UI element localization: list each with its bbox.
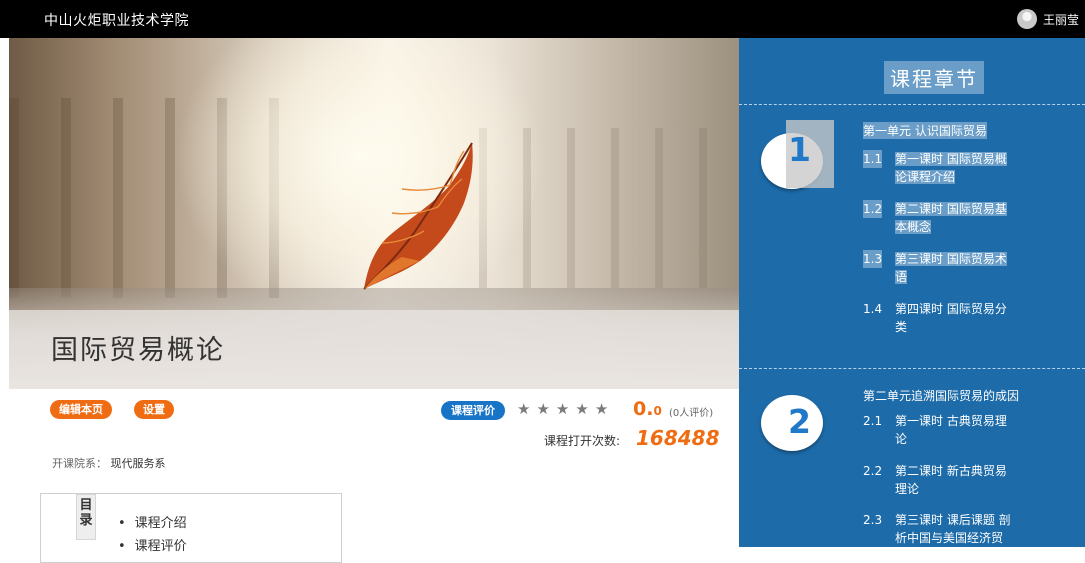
course-banner: 国际贸易概论: [9, 38, 739, 389]
rating-stars[interactable]: ★ ★ ★ ★ ★: [517, 401, 608, 418]
avatar[interactable]: [1016, 9, 1037, 29]
unit-title[interactable]: 第一单元 认识国际贸易: [863, 122, 987, 139]
leaf-image: [363, 142, 473, 290]
top-bar: 中山火炬职业技术学院 王丽莹: [0, 0, 1085, 38]
unit-title[interactable]: 第二单元追溯国际贸易的成因: [863, 387, 1019, 404]
divider: [739, 368, 1085, 369]
chapter-sidebar: 课程章节 1 第一单元 认识国际贸易 1.1 第一课时 国际贸易概 论课程介绍 1…: [739, 38, 1085, 547]
course-evaluation-button[interactable]: 课程评价: [441, 401, 505, 420]
department: 开课院系： 现代服务系: [52, 455, 166, 471]
course-title: 国际贸易概论: [51, 335, 225, 366]
rating-count: (0人评价): [669, 408, 714, 419]
edit-page-button[interactable]: 编辑本页: [50, 400, 112, 419]
school-name[interactable]: 中山火炬职业技术学院: [44, 10, 189, 30]
toc-item-evaluation[interactable]: 课程评价: [118, 535, 187, 554]
rating-value: 0.0: [633, 398, 662, 420]
open-count-value: 168488: [636, 426, 720, 450]
department-label: 开课院系：: [52, 457, 107, 470]
unit-number: 2: [788, 402, 811, 441]
star-icon[interactable]: ★: [517, 401, 530, 418]
star-icon[interactable]: ★: [536, 401, 549, 418]
star-icon[interactable]: ★: [595, 401, 608, 418]
toc-tag: 目录: [76, 494, 96, 540]
chapter-title: 课程章节: [884, 61, 984, 94]
toc-item-intro[interactable]: 课程介绍: [118, 512, 187, 531]
user-name[interactable]: 王丽莹: [1043, 11, 1079, 28]
user-menu[interactable]: 王丽莹: [1016, 9, 1079, 29]
settings-button[interactable]: 设置: [134, 400, 174, 419]
open-count-label: 课程打开次数:: [544, 434, 621, 448]
unit-number: 1: [788, 130, 811, 169]
star-icon[interactable]: ★: [575, 401, 588, 418]
star-icon[interactable]: ★: [556, 401, 569, 418]
divider: [739, 104, 1085, 105]
department-value: 现代服务系: [110, 457, 166, 470]
